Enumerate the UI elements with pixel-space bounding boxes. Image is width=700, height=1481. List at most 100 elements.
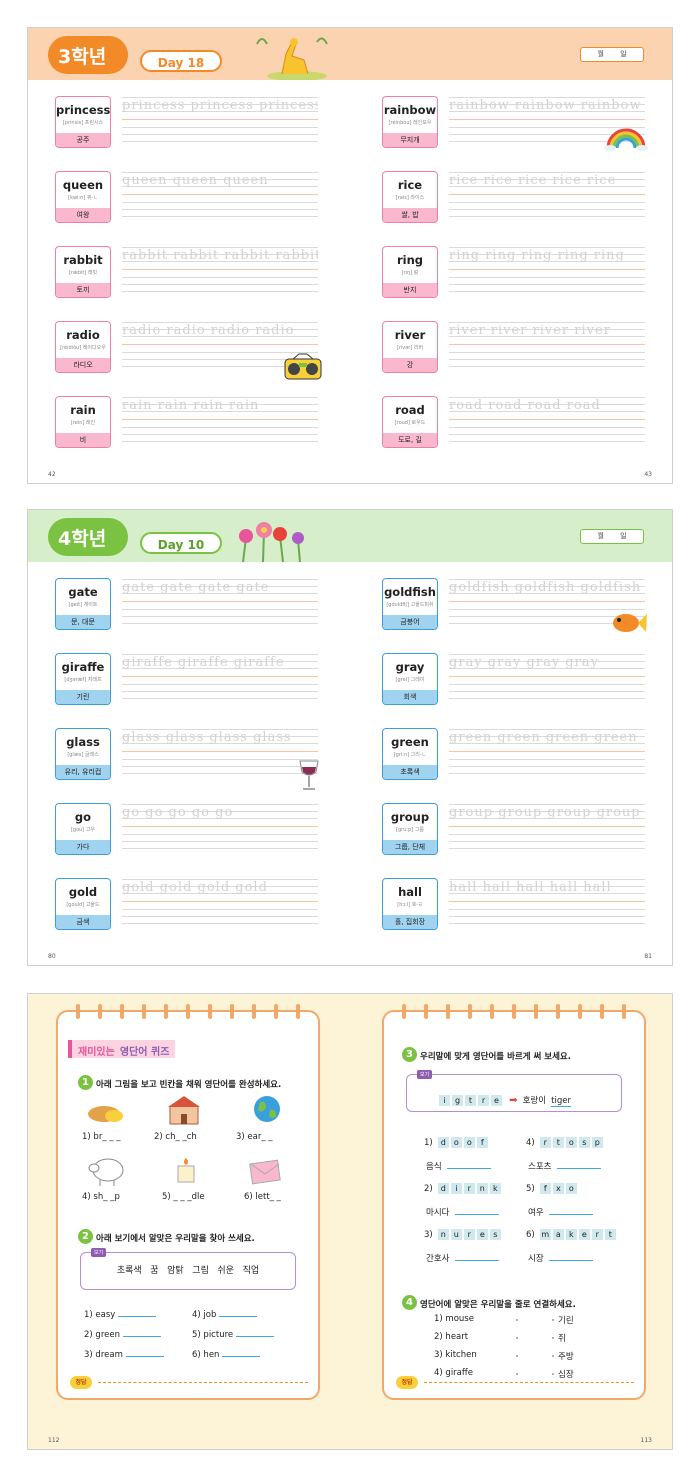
writing-lines[interactable]: glass glass glass glass [122, 729, 318, 779]
word: gray [395, 660, 425, 674]
writing-lines[interactable]: go go go go go [122, 804, 318, 854]
guide-line [122, 623, 318, 624]
trace-word: gate gate gate gate [122, 580, 270, 595]
meaning: 유리, 유리컵 [56, 765, 110, 779]
example-korean: 호랑이 [522, 1096, 547, 1106]
item-number: 1) [424, 1138, 433, 1148]
match-dot[interactable] [552, 1337, 554, 1339]
guide-line [449, 269, 645, 270]
q2-item-2: 2) green [84, 1328, 161, 1340]
q1-item-2[interactable]: 2) ch_ _ch [154, 1132, 197, 1142]
meaning: 토끼 [56, 283, 110, 297]
match-right-word[interactable]: 기린 [558, 1314, 574, 1326]
q3-item: 6) m a k e r t 시장 [526, 1222, 618, 1265]
date-field[interactable]: 월 일 [580, 47, 644, 62]
guide-line [449, 773, 645, 774]
writing-lines[interactable]: rabbit rabbit rabbit rabbit [122, 247, 318, 297]
guide-line [122, 427, 318, 428]
guide-line [449, 291, 645, 292]
match-right-word[interactable]: 심장 [558, 1368, 574, 1380]
word: green [391, 735, 429, 749]
match-dot[interactable] [516, 1337, 518, 1339]
answer-dashes [98, 1382, 308, 1383]
word: rabbit [63, 253, 103, 267]
q1-item-5[interactable]: 5) _ _ _dle [162, 1192, 205, 1202]
writing-lines[interactable]: queen queen queen [122, 172, 318, 222]
writing-lines[interactable]: gray gray gray gray [449, 654, 645, 704]
q1-item-1[interactable]: 1) br_ _ _ [82, 1132, 120, 1142]
writing-lines[interactable]: ring ring ring ring ring [449, 247, 645, 297]
answer-blank[interactable] [446, 1160, 491, 1169]
writing-lines[interactable]: river river river river [449, 322, 645, 372]
q1-item-4[interactable]: 4) sh_ _p [82, 1192, 120, 1202]
answer-blank[interactable] [454, 1206, 499, 1215]
arrow-icon: ➡ [509, 1095, 518, 1106]
match-left-word[interactable]: 3) kitchen [434, 1350, 477, 1360]
writing-lines[interactable]: rice rice rice rice rice [449, 172, 645, 222]
match-dot[interactable] [516, 1319, 518, 1321]
writing-lines[interactable]: group group group group [449, 804, 645, 854]
answer-blank[interactable] [118, 1308, 157, 1317]
writing-lines[interactable]: hall hall hall hall hall [449, 879, 645, 929]
letter-tile: e [476, 1229, 488, 1240]
answer-blank[interactable] [556, 1160, 601, 1169]
pronunciation: [gru:p] 그룹 [396, 827, 424, 833]
match-right-word[interactable]: 쥐 [558, 1332, 566, 1344]
match-left-word[interactable]: 4) giraffe [434, 1368, 473, 1378]
match-dot[interactable] [552, 1355, 554, 1357]
word-card: rice [rais] 라이스 쌀, 밥 [382, 171, 438, 223]
writing-lines[interactable]: gold gold gold gold [122, 879, 318, 929]
pronunciation: [prínsis] 프린시스 [62, 120, 104, 126]
match-dot[interactable] [516, 1373, 518, 1375]
match-right-word[interactable]: 주방 [558, 1350, 574, 1362]
word-card: gray [grei] 그레이 회색 [382, 653, 438, 705]
match-dot[interactable] [552, 1373, 554, 1375]
answer-blank[interactable] [125, 1348, 164, 1357]
quiz-title-a: 재미있는 [78, 1047, 115, 1058]
ring [622, 1004, 626, 1019]
q2-item-1: 1) easy [84, 1308, 157, 1320]
answer-blank[interactable] [548, 1252, 593, 1261]
meaning: 무지개 [383, 133, 437, 147]
match-left-word[interactable]: 2) heart [434, 1332, 468, 1342]
letter-tile: f [539, 1183, 551, 1194]
answer-blank[interactable] [454, 1252, 499, 1261]
writing-lines[interactable]: green green green green [449, 729, 645, 779]
answer-blank[interactable] [222, 1348, 261, 1357]
guide-line [449, 901, 645, 902]
guide-line [449, 119, 645, 120]
letter-tile: d [437, 1183, 449, 1194]
q2-example-box: 보기 초록색 꿈 암탉 그림 쉬운 직업 [80, 1248, 296, 1290]
answer-blank[interactable] [122, 1328, 161, 1337]
answer-blank[interactable] [235, 1328, 274, 1337]
q1-item-6[interactable]: 6) lett_ _ [244, 1192, 281, 1202]
match-dot[interactable] [516, 1355, 518, 1357]
flowers-icon [228, 518, 314, 566]
ring [296, 1004, 300, 1019]
answer-blank[interactable] [548, 1206, 593, 1215]
letter-tile: e [578, 1229, 590, 1240]
writing-lines[interactable]: giraffe giraffe giraffe [122, 654, 318, 704]
guide-line [449, 916, 645, 917]
q1-item-3[interactable]: 3) ear_ _ [236, 1132, 273, 1142]
guide-line [122, 441, 318, 442]
guide-line [122, 419, 318, 420]
guide-line [449, 352, 645, 353]
date-field[interactable]: 월 일 [580, 529, 644, 544]
letter-tile: x [552, 1183, 564, 1194]
guide-line [449, 826, 645, 827]
question-number: 3 [402, 1047, 417, 1062]
trace-word: go go go go go [122, 805, 234, 820]
writing-lines[interactable]: princess princess princess [122, 97, 318, 147]
writing-lines[interactable]: rain rain rain rain [122, 397, 318, 447]
ring [600, 1004, 604, 1019]
match-dot[interactable] [552, 1319, 554, 1321]
match-left-word[interactable]: 1) mouse [434, 1314, 474, 1324]
q2-item-label: 6) hen [192, 1350, 220, 1360]
answer-blank[interactable] [219, 1308, 258, 1317]
guide-line [122, 759, 318, 760]
letter-tile: o [463, 1137, 475, 1148]
writing-lines[interactable]: road road road road [449, 397, 645, 447]
writing-lines[interactable]: gate gate gate gate [122, 579, 318, 629]
guide-line [122, 751, 318, 752]
